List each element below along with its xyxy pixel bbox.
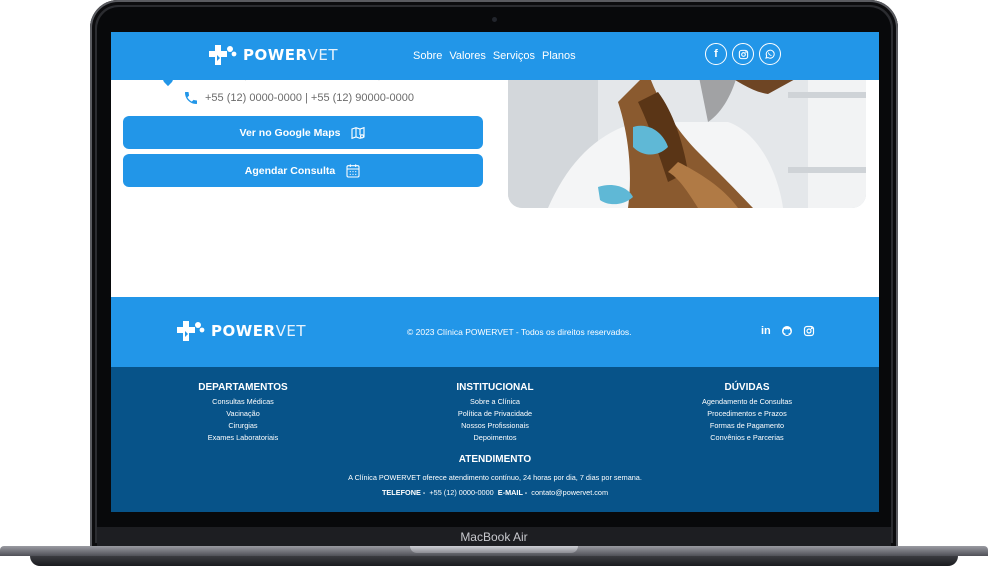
footer-link[interactable]: Agendamento de Consultas <box>647 396 847 408</box>
footer-link[interactable]: Formas de Pagamento <box>647 420 847 432</box>
laptop-base <box>0 546 988 568</box>
phone-numbers: +55 (12) 0000-0000 | +55 (12) 90000-0000 <box>205 92 414 104</box>
footer-col-institucional: INSTITUCIONAL Sobre a Clínica Política d… <box>395 382 595 444</box>
footer-social-links: in <box>761 325 815 337</box>
linkedin-icon[interactable]: in <box>761 325 771 337</box>
footer-col-title: DEPARTAMENTOS <box>198 382 288 393</box>
footer-col-duvidas: DÚVIDAS Agendamento de Consultas Procedi… <box>647 382 847 444</box>
google-maps-button-label: Ver no Google Maps <box>239 126 341 139</box>
footer-link[interactable]: Convênios e Parcerias <box>647 432 847 444</box>
google-maps-button[interactable]: Ver no Google Maps <box>123 116 483 149</box>
atendimento-section: ATENDIMENTO A Clínica POWERVET oferece a… <box>111 454 879 500</box>
footer-logo[interactable]: POWERVET <box>175 319 306 343</box>
calendar-icon <box>346 163 360 178</box>
instagram-icon[interactable] <box>803 325 815 337</box>
footer-link[interactable]: Cirurgias <box>143 420 343 432</box>
footer-link[interactable]: Nossos Profissionais <box>395 420 595 432</box>
main-nav: Sobre Valores Serviços Planos <box>413 50 576 62</box>
device-label: MacBook Air <box>460 530 528 544</box>
nav-planos[interactable]: Planos <box>542 50 576 62</box>
footer-link[interactable]: Depoimentos <box>395 432 595 444</box>
footer-link[interactable]: Procedimentos e Prazos <box>647 408 847 420</box>
footer-bottom: DEPARTAMENTOS Consultas Médicas Vacinaçã… <box>111 367 879 512</box>
atendimento-title: ATENDIMENTO <box>458 454 532 465</box>
paw-cross-logo-icon <box>177 321 205 341</box>
footer-col-title: INSTITUCIONAL <box>456 382 534 393</box>
footer-link[interactable]: Sobre a Clínica <box>395 396 595 408</box>
email-label: E-MAIL - <box>497 488 528 497</box>
phone-row: +55 (12) 0000-0000 | +55 (12) 90000-0000 <box>183 90 414 106</box>
footer-col-title: DÚVIDAS <box>724 382 770 393</box>
site-header: POWERVET Sobre Valores Serviços Planos f <box>111 32 879 80</box>
screen: Rua dos Pets, 222 - Jardim Pets Industri… <box>111 32 879 512</box>
footer-link[interactable]: Exames Laboratoriais <box>143 432 343 444</box>
webcam <box>492 17 497 22</box>
footer-col-departamentos: DEPARTAMENTOS Consultas Médicas Vacinaçã… <box>143 382 343 444</box>
footer-link[interactable]: Vacinação <box>143 408 343 420</box>
copyright-text: © 2023 Clínica POWERVET - Todos os direi… <box>407 327 632 337</box>
footer-phone[interactable]: +55 (12) 0000-0000 <box>429 488 493 497</box>
footer-email[interactable]: contato@powervet.com <box>531 488 608 497</box>
footer-brand: POWERVET <box>211 322 306 340</box>
footer-link[interactable]: Política de Privacidade <box>395 408 595 420</box>
contact-line: TELEFONE - +55 (12) 0000-0000 E-MAIL - c… <box>111 485 879 500</box>
github-icon[interactable] <box>781 325 793 337</box>
header-logo[interactable]: POWERVET <box>207 43 338 67</box>
header-brand: POWERVET <box>243 46 338 64</box>
map-icon <box>351 126 366 139</box>
paw-cross-logo-icon <box>209 45 237 65</box>
nav-servicos[interactable]: Serviços <box>493 50 535 62</box>
whatsapp-icon[interactable] <box>759 43 781 65</box>
nav-sobre[interactable]: Sobre <box>413 50 442 62</box>
footer-top: POWERVET © 2023 Clínica POWERVET - Todos… <box>111 297 879 367</box>
schedule-button[interactable]: Agendar Consulta <box>123 154 483 187</box>
header-social-links: f <box>705 43 781 65</box>
footer-link[interactable]: Consultas Médicas <box>143 396 343 408</box>
facebook-icon[interactable]: f <box>705 43 727 65</box>
instagram-icon[interactable] <box>732 43 754 65</box>
schedule-button-label: Agendar Consulta <box>244 164 336 177</box>
vet-with-dog-photo <box>508 72 866 208</box>
atendimento-text: A Clínica POWERVET oferece atendimento c… <box>348 473 642 482</box>
phone-label: TELEFONE - <box>381 488 426 497</box>
phone-icon <box>185 92 197 104</box>
nav-valores[interactable]: Valores <box>449 50 485 62</box>
